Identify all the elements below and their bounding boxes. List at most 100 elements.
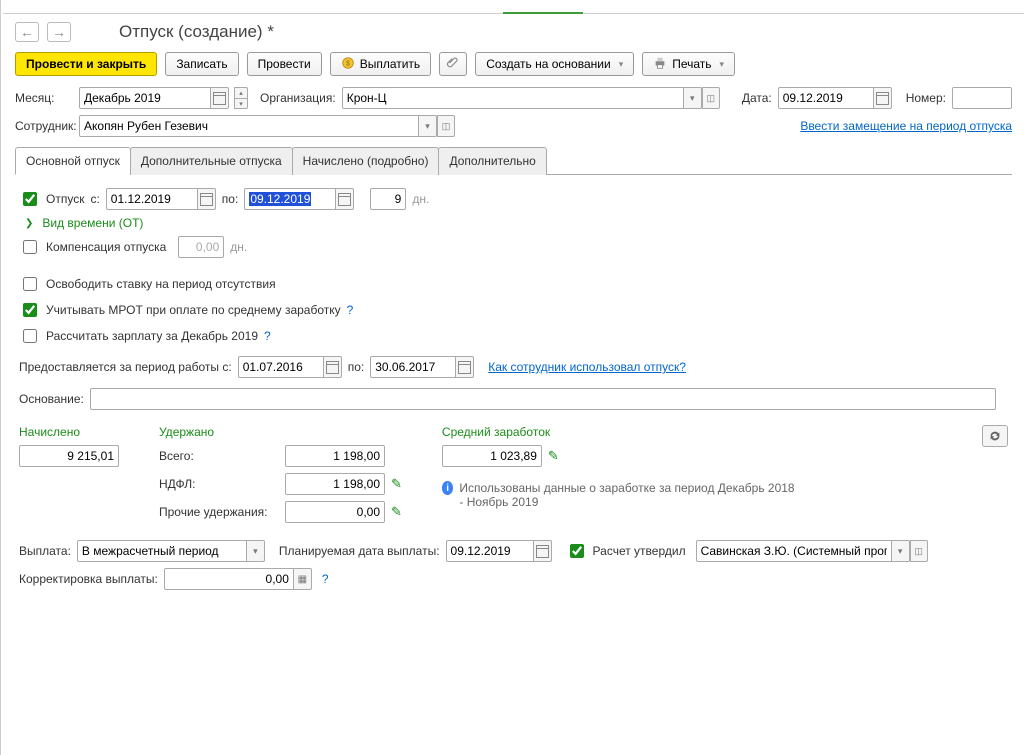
correction-calc-button[interactable]: ▦: [294, 568, 312, 590]
time-type-link[interactable]: Вид времени (ОТ): [42, 216, 143, 230]
calc-salary-label: Рассчитать зарплату за Декабрь 2019: [46, 329, 258, 343]
org-field[interactable]: [342, 87, 684, 109]
attach-button[interactable]: [439, 52, 467, 76]
date-to-field[interactable]: 09.12.2019: [244, 188, 336, 210]
planned-date-calendar-button[interactable]: [534, 540, 552, 562]
period-from-calendar-button[interactable]: [324, 356, 342, 378]
post-and-close-button[interactable]: Провести и закрыть: [15, 52, 157, 76]
free-position-checkbox[interactable]: Освободить ставку на период отсутствия: [19, 274, 276, 294]
ndfl-field[interactable]: [285, 473, 385, 495]
accrued-value-field[interactable]: [19, 445, 119, 467]
correction-help-icon[interactable]: ?: [322, 572, 329, 586]
number-field[interactable]: [952, 87, 1012, 109]
free-position-label: Освободить ставку на период отсутствия: [46, 277, 276, 291]
month-spinner[interactable]: ▴▾: [234, 87, 248, 109]
compensation-checkbox[interactable]: Компенсация отпуска: [19, 237, 166, 257]
printer-icon: [653, 56, 667, 73]
approver-open-button[interactable]: ◫: [910, 540, 928, 562]
month-calendar-button[interactable]: [211, 87, 229, 109]
correction-field[interactable]: [164, 568, 294, 590]
date-label: Дата:: [742, 91, 772, 105]
vacation-usage-link[interactable]: Как сотрудник использовал отпуск?: [488, 360, 686, 374]
nav-back-button[interactable]: ←: [15, 22, 39, 42]
period-from-field[interactable]: [238, 356, 324, 378]
print-label: Печать: [672, 57, 711, 71]
number-label: Номер:: [906, 91, 946, 105]
payout-type-dropdown[interactable]: ▾: [247, 540, 265, 562]
period-to-field[interactable]: [370, 356, 456, 378]
vacation-checkbox[interactable]: Отпуск: [19, 189, 84, 209]
mrot-label: Учитывать МРОТ при оплате по среднему за…: [46, 303, 341, 317]
accrued-header: Начислено: [19, 425, 119, 439]
nav-forward-button[interactable]: →: [47, 22, 71, 42]
employee-label: Сотрудник:: [15, 119, 73, 133]
period-to-calendar-button[interactable]: [456, 356, 474, 378]
tab-additional[interactable]: Дополнительно: [438, 147, 546, 175]
post-button[interactable]: Провести: [247, 52, 322, 76]
approver-field[interactable]: [696, 540, 892, 562]
total-deducted-field[interactable]: [285, 445, 385, 467]
date-to-value: 09.12.2019: [249, 192, 311, 206]
pay-label: Выплатить: [360, 57, 421, 71]
basis-field[interactable]: [90, 388, 996, 410]
payout-label: Выплата:: [19, 544, 71, 558]
date-calendar-button[interactable]: [874, 87, 892, 109]
approver-dropdown-button[interactable]: ▾: [892, 540, 910, 562]
info-icon: i: [442, 481, 453, 495]
calendar-icon: [200, 193, 213, 206]
planned-date-field[interactable]: [446, 540, 534, 562]
substitution-link[interactable]: Ввести замещение на период отпуска: [800, 119, 1012, 133]
month-field[interactable]: [79, 87, 211, 109]
calc-help-icon[interactable]: ?: [264, 329, 271, 343]
org-label: Организация:: [260, 91, 336, 105]
avg-earning-header: Средний заработок: [442, 425, 559, 439]
window-tabs-strip: [3, 0, 1024, 14]
compensation-days-label: дн.: [230, 240, 247, 254]
calendar-icon: [326, 361, 339, 374]
planned-date-label: Планируемая дата выплаты:: [279, 544, 440, 558]
days-field[interactable]: [370, 188, 406, 210]
date-from-calendar-button[interactable]: [198, 188, 216, 210]
tab-accrued-details[interactable]: Начислено (подробно): [292, 147, 440, 175]
print-button[interactable]: Печать: [642, 52, 735, 76]
employee-open-button[interactable]: ◫: [437, 115, 455, 137]
avg-edit-icon[interactable]: ✎: [548, 448, 559, 464]
avg-earning-field[interactable]: [442, 445, 542, 467]
org-dropdown-button[interactable]: ▾: [684, 87, 702, 109]
coin-icon: $: [341, 56, 355, 73]
employee-dropdown-button[interactable]: ▾: [419, 115, 437, 137]
ndfl-edit-icon[interactable]: ✎: [391, 476, 402, 492]
refresh-icon: [988, 429, 1002, 443]
compensation-label: Компенсация отпуска: [46, 240, 166, 254]
to-label: по:: [222, 192, 239, 206]
compensation-days-field[interactable]: [178, 236, 224, 258]
page-title: Отпуск (создание) *: [119, 22, 274, 42]
period-to-label: по:: [348, 360, 365, 374]
create-based-on-button[interactable]: Создать на основании: [475, 52, 634, 76]
date-to-calendar-button[interactable]: [336, 188, 354, 210]
days-label: дн.: [412, 192, 429, 206]
employee-field[interactable]: [79, 115, 419, 137]
mrot-help-icon[interactable]: ?: [347, 303, 354, 317]
tab-main-vacation[interactable]: Основной отпуск: [15, 147, 131, 175]
calc-salary-checkbox[interactable]: Рассчитать зарплату за Декабрь 2019: [19, 326, 258, 346]
calendar-icon: [213, 92, 226, 105]
other-deductions-field[interactable]: [285, 501, 385, 523]
paperclip-icon: [446, 56, 460, 73]
vacation-checkbox-label: Отпуск: [46, 192, 84, 206]
payout-type-field[interactable]: [77, 540, 247, 562]
basis-label: Основание:: [19, 392, 84, 406]
pay-button[interactable]: $ Выплатить: [330, 52, 432, 76]
other-edit-icon[interactable]: ✎: [391, 504, 402, 520]
approved-checkbox[interactable]: Расчет утвердил: [566, 541, 686, 561]
calendar-icon: [876, 92, 889, 105]
mrot-checkbox[interactable]: Учитывать МРОТ при оплате по среднему за…: [19, 300, 341, 320]
org-open-button[interactable]: ◫: [702, 87, 720, 109]
save-button[interactable]: Записать: [165, 52, 238, 76]
refresh-button[interactable]: [982, 425, 1008, 447]
correction-label: Корректировка выплаты:: [19, 572, 158, 586]
date-field[interactable]: [778, 87, 874, 109]
deducted-header: Удержано: [159, 425, 402, 439]
tab-additional-vacation[interactable]: Дополнительные отпуска: [130, 147, 293, 175]
date-from-field[interactable]: [106, 188, 198, 210]
